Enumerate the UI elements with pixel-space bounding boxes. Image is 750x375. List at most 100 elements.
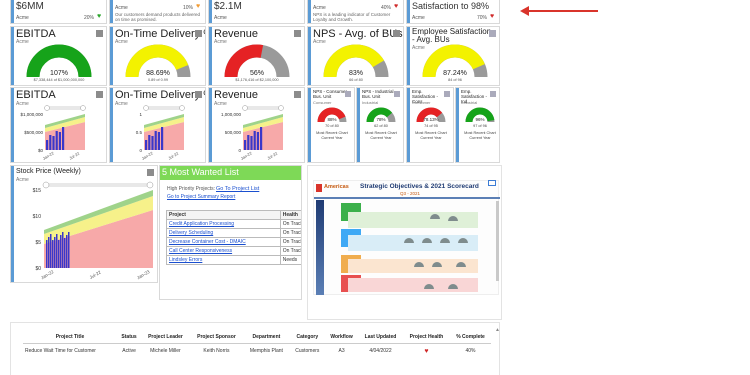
table-cell: Michele Miller (150, 348, 181, 354)
gauge-value: 88.69% (146, 70, 170, 77)
table-cell: Reduce Wait Time for Customer (25, 348, 96, 354)
broken-heart-icon: ♥ (424, 348, 429, 355)
trend-chart: 1,000,000 500,000 0Jan-22 Jul-22 (221, 105, 284, 161)
wanted-health: On Track (279, 219, 301, 229)
column-header[interactable]: Project Title (23, 331, 117, 344)
column-header[interactable]: Department (243, 331, 290, 344)
trend-chart-tile[interactable]: On-Time Delivery % Acme 1 0.5 0 Jan-22 Jul-22 (109, 87, 206, 163)
trend-chart-tile[interactable]: EBITDA Acme $1,000,000 $500,000 $0 Jan-22 Jul-… (10, 87, 107, 163)
gauge-caption: Current Year (321, 136, 343, 140)
stock-bar (46, 240, 48, 268)
column-header[interactable]: Project Sponsor (189, 331, 244, 344)
wanted-row[interactable]: Delivery Scheduling On Track (166, 228, 301, 238)
gauge-chart: 83%66 of 80 (323, 44, 389, 82)
y-tick-label: $10 (33, 214, 42, 220)
stock-price-tile[interactable]: Stock Price (Weekly) Acme $15 $10 $5 $0 Jan-… (10, 165, 158, 283)
wanted-project-link[interactable]: Call Center Responsiveness (166, 246, 281, 256)
trend-bar (151, 136, 154, 150)
y-tick-label: $0 (38, 148, 44, 153)
gauge-chart: 56%$1,176,416 of $2,100,000 (224, 44, 290, 82)
column-header[interactable]: Last Updated (358, 331, 403, 344)
trend-bar (154, 131, 157, 150)
go-to-project-list-link[interactable]: Go To Project List (216, 186, 259, 192)
scorecard-mini-gauges (404, 214, 468, 289)
wanted-row[interactable]: Lindsley Errors Needs (166, 255, 301, 265)
gauge-tile[interactable]: Revenue Acme 56% $1,176,416 of $2,100,000 (208, 26, 305, 86)
stock-chart: $15 $10 $5 $0Jan-22 Jul-22 Jan-23 (33, 181, 154, 280)
stock-bar (66, 235, 68, 268)
stock-bar (56, 234, 58, 268)
table-cell: 4/04/2022 (369, 348, 392, 354)
column-header[interactable]: % Complete (450, 331, 491, 344)
trend-bar (157, 132, 160, 150)
small-gauge-chart: 78% 62 of 80 Most Recent ChartCurrent Year (365, 107, 398, 140)
kpi-tile-nps-top[interactable]: Acme 40% ♥ NPS is a leading indicator of… (307, 0, 404, 24)
trend-bar (148, 135, 151, 150)
y-tick-label: 1 (139, 112, 142, 117)
kpi-tile-ebitda-top[interactable]: $6MM Acme 20% ♥ (10, 0, 107, 24)
small-gauge-tile[interactable]: NPS - Industrial Bus. Unit Industrial 78% 6… (356, 87, 404, 163)
table-scroll-up-icon[interactable]: ▲ (495, 327, 499, 333)
gauge-detail: 74 of 95 (424, 124, 438, 128)
range-slider (144, 106, 184, 110)
column-header[interactable]: Status (116, 331, 142, 344)
small-gauge-chart: 88% 70 of 80 Most Recent ChartCurrent Year (316, 107, 349, 140)
scorecard-scrollbar[interactable] (496, 201, 499, 281)
wanted-project-name[interactable]: Decrease Container Cost - DMAIC (169, 239, 246, 245)
tile-accent (209, 0, 212, 23)
gauge-value: 78% (376, 117, 385, 122)
column-header[interactable]: Workflow (325, 331, 359, 344)
gauge-tile[interactable]: EBITDA Acme 107% $7,338,444 of $1,000,000,0… (10, 26, 107, 86)
wanted-project-name[interactable]: Call Center Responsiveness (169, 248, 232, 254)
small-gauge-tile[interactable]: NPS - Consumer Bus. Unit Consumer 88% 70 of… (307, 87, 355, 163)
project-summary-link[interactable]: Go to Project Summary Report (167, 194, 235, 200)
wanted-health: On Track (279, 246, 301, 256)
gauge-tile[interactable]: Employee Satisfaction - Avg. BUs Acme 87.2… (406, 26, 500, 86)
wanted-health: On Track (279, 228, 301, 238)
high-priority-label: High Priority Projects: (167, 186, 216, 192)
x-tick-label: Jul-22 (266, 150, 279, 160)
column-header[interactable]: Project Leader (141, 331, 190, 344)
gauge-tile[interactable]: On-Time Delivery % Acme 88.69% 0.89 of 0.99 (109, 26, 206, 86)
gauge-value: 56% (250, 70, 264, 77)
x-tick-label: Jan-22 (141, 150, 155, 161)
kpi-tile-delivery-top[interactable]: Acme 10% ♥ Our customers demand products… (109, 0, 206, 24)
y-tick-label: $500,000 (24, 130, 43, 135)
small-gauge-tile[interactable]: Emp. Satisfaction - Ind. Industrial 96% 97 … (455, 87, 500, 163)
wanted-row[interactable]: Credit Application Processing On Track (166, 219, 301, 229)
wanted-project-name[interactable]: Delivery Scheduling (169, 230, 213, 236)
wanted-health: Needs (279, 255, 301, 265)
gauge-caption: Current Year (469, 136, 491, 140)
wanted-row[interactable]: Call Center Responsiveness On Track (166, 246, 301, 256)
kpi-pct: 20% (84, 15, 95, 21)
trend-bar (145, 140, 148, 150)
column-header[interactable]: Project Health (402, 331, 451, 344)
kpi-tile-satisfaction-top[interactable]: Satisfaction to 98% Acme 70% ♥ (406, 0, 500, 24)
kpi-tile-revenue-top[interactable]: $2.1M Acme (208, 0, 305, 24)
scorecard-strip-icon (316, 200, 324, 295)
kpi-company: Acme (412, 15, 425, 21)
range-handle-left (242, 105, 248, 111)
wanted-row[interactable]: Decrease Container Cost - DMAIC On Track (166, 237, 301, 247)
small-gauge-tile[interactable]: Emp. Satisfaction - Cons Consumer 78.13% 74… (406, 87, 454, 163)
col-project: Project (166, 210, 281, 220)
wanted-project-link[interactable]: Delivery Scheduling (166, 228, 281, 238)
wanted-project-link[interactable]: Decrease Container Cost - DMAIC (166, 237, 281, 247)
scorecard-ribbon (314, 197, 500, 199)
gauge-detail: 84 of 96 (448, 78, 462, 82)
column-header[interactable]: Category (289, 331, 325, 344)
gauge-tile[interactable]: NPS - Avg. of BUs Acme 83% 66 of 80 (307, 26, 404, 86)
trend-chart-tile[interactable]: Revenue Acme 1,000,000 500,000 0 Jan-22 Jul-22 (208, 87, 305, 163)
wanted-project-link[interactable]: Lindsley Errors (166, 255, 281, 265)
stock-bar (50, 234, 52, 268)
wanted-project-link[interactable]: Credit Application Processing (166, 219, 281, 229)
scorecard-tile[interactable]: Americas Strategic Objectives & 2021 Sco… (307, 165, 502, 320)
x-tick-label: Jan-22 (240, 150, 254, 161)
trend-bar (244, 140, 247, 150)
expand-icon[interactable] (488, 180, 496, 186)
col-health: Health (279, 210, 301, 220)
small-gauge-chart: 96% 97 of 96 Most Recent ChartCurrent Year (464, 107, 497, 140)
table-row[interactable]: Reduce Wait Time for Customer Active Miche… (23, 344, 491, 360)
wanted-project-name[interactable]: Lindsley Errors (169, 257, 202, 263)
wanted-project-name[interactable]: Credit Application Processing (169, 221, 234, 227)
